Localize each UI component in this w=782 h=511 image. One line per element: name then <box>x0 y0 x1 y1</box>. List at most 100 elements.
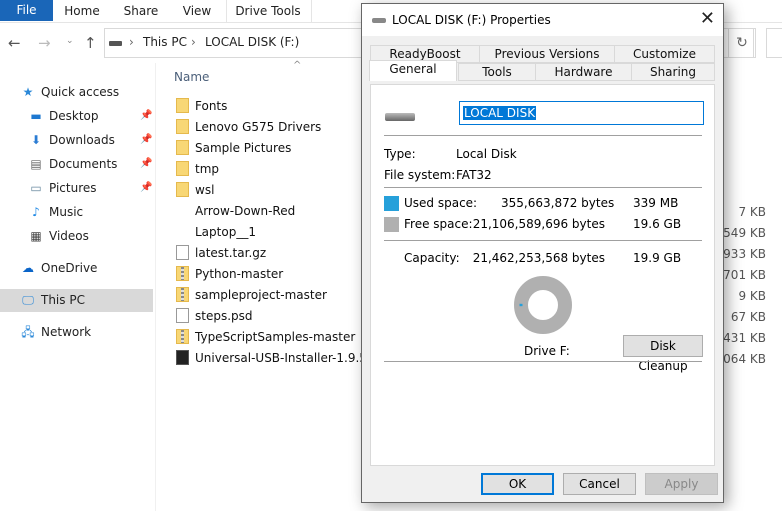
drive-icon <box>109 41 122 46</box>
image-icon <box>176 224 189 239</box>
breadcrumb-chevron-icon: › <box>191 35 196 49</box>
back-arrow-icon[interactable]: ← <box>8 34 21 52</box>
file-row[interactable]: Fonts <box>176 96 227 117</box>
network-icon: 🖧 <box>21 325 35 339</box>
dialog-title: LOCAL DISK (F:) Properties <box>392 13 551 27</box>
ribbon-tab-share[interactable]: Share <box>118 0 164 23</box>
file-row[interactable]: latest.tar.gz <box>176 243 266 264</box>
drive-icon <box>385 113 415 121</box>
used-space-swatch <box>384 196 399 211</box>
tab-general[interactable]: General <box>369 60 457 81</box>
up-arrow-icon[interactable]: ↑ <box>84 34 97 52</box>
sidebar-item-label: This PC <box>41 293 85 307</box>
general-panel: LOCAL DISK Type: Local Disk File system:… <box>370 84 715 466</box>
ribbon-tab-view[interactable]: View <box>176 0 218 23</box>
forward-arrow-icon[interactable]: → <box>38 34 51 52</box>
used-space-size: 339 MB <box>633 196 679 210</box>
ribbon-tab-home[interactable]: Home <box>58 0 106 23</box>
sidebar-item-label: Music <box>49 205 84 219</box>
document-icon: ▤ <box>30 157 42 171</box>
file-name: tmp <box>195 162 220 176</box>
apply-button[interactable]: Apply <box>645 473 718 495</box>
file-row[interactable]: sampleproject-master <box>176 285 327 306</box>
file-row[interactable]: Python-master <box>176 264 283 285</box>
used-space-bytes: 355,663,872 bytes <box>501 196 615 210</box>
file-row[interactable]: Lenovo G575 Drivers <box>176 117 321 138</box>
sidebar-item-label: Documents <box>49 157 118 171</box>
sidebar-item-desktop[interactable]: ▬ Desktop <box>28 105 98 128</box>
cancel-button[interactable]: Cancel <box>563 473 636 495</box>
folder-icon <box>176 182 189 197</box>
free-space-swatch <box>384 217 399 232</box>
folder-icon <box>176 161 189 176</box>
pin-icon[interactable]: 📌 <box>140 182 152 193</box>
sidebar-item-music[interactable]: ♪ Music <box>28 201 83 224</box>
pane-divider[interactable] <box>155 63 156 511</box>
usage-donut-chart <box>514 276 572 334</box>
column-header-name[interactable]: Name <box>174 70 209 84</box>
file-row[interactable]: steps.psd <box>176 306 253 327</box>
pin-icon[interactable]: 📌 <box>140 134 152 145</box>
file-row[interactable]: Universal-USB-Installer-1.9.5.9 <box>176 348 378 369</box>
divider <box>384 361 702 362</box>
divider <box>384 240 702 241</box>
file-row[interactable]: Sample Pictures <box>176 138 291 159</box>
free-space-size: 19.6 GB <box>633 217 682 231</box>
sidebar-item-quick-access[interactable]: ★ Quick access <box>20 81 120 104</box>
music-note-icon: ♪ <box>32 205 40 219</box>
recent-chevron-icon[interactable]: ⌄ <box>66 36 74 46</box>
search-box[interactable] <box>766 28 782 58</box>
free-space-label: Free space: <box>404 217 473 231</box>
close-icon[interactable]: ✕ <box>700 8 715 29</box>
pin-icon[interactable]: 📌 <box>140 110 152 121</box>
file-row[interactable]: Arrow-Down-Red <box>176 201 295 222</box>
sidebar-item-downloads[interactable]: ⬇ Downloads <box>28 129 115 152</box>
pin-icon[interactable]: 📌 <box>140 158 152 169</box>
sidebar-item-network[interactable]: 🖧 Network <box>20 321 91 344</box>
film-icon: ▦ <box>30 229 42 243</box>
ok-button[interactable]: OK <box>481 473 554 495</box>
image-icon <box>176 203 189 218</box>
volume-name-input[interactable]: LOCAL DISK <box>459 101 704 125</box>
file-row[interactable]: Laptop__1 <box>176 222 256 243</box>
tab-customize[interactable]: Customize <box>614 45 715 63</box>
sidebar-item-pictures[interactable]: ▭ Pictures <box>28 177 96 200</box>
refresh-icon[interactable]: ↻ <box>728 28 756 58</box>
breadcrumb-chevron-icon: › <box>129 35 134 49</box>
doc-icon <box>176 308 189 323</box>
exe-icon <box>176 350 189 365</box>
capacity-label: Capacity: <box>404 251 460 265</box>
tab-hardware[interactable]: Hardware <box>535 63 632 81</box>
file-row[interactable]: wsl <box>176 180 214 201</box>
sidebar-item-documents[interactable]: ▤ Documents <box>28 153 117 176</box>
file-name: Arrow-Down-Red <box>195 204 296 218</box>
breadcrumb-this-pc[interactable]: This PC <box>143 35 187 49</box>
file-name: Laptop__1 <box>195 225 256 239</box>
file-name: TypeScriptSamples-master <box>195 330 356 344</box>
sidebar-item-label: Quick access <box>41 85 120 99</box>
divider <box>384 187 702 188</box>
file-row[interactable]: TypeScriptSamples-master <box>176 327 355 348</box>
capacity-bytes: 21,462,253,568 bytes <box>472 251 605 265</box>
file-name: Sample Pictures <box>195 141 292 155</box>
doc-icon <box>176 245 189 260</box>
file-system-value: FAT32 <box>456 168 492 182</box>
zip-icon <box>176 287 189 302</box>
sidebar-item-videos[interactable]: ▦ Videos <box>28 225 89 248</box>
ribbon-tab-drive-tools[interactable]: Drive Tools <box>232 0 304 23</box>
ribbon-tab-file[interactable]: File <box>0 0 53 21</box>
tab-tools[interactable]: Tools <box>458 63 536 81</box>
star-icon: ★ <box>22 85 34 99</box>
folder-icon <box>176 140 189 155</box>
capacity-size: 19.9 GB <box>633 251 682 265</box>
pictures-icon: ▭ <box>30 181 42 195</box>
disk-cleanup-button[interactable]: Disk Cleanup <box>623 335 703 373</box>
file-row[interactable]: tmp <box>176 159 219 180</box>
tab-previous-versions[interactable]: Previous Versions <box>479 45 615 63</box>
sidebar-item-this-pc[interactable]: 🖵 This PC <box>20 289 85 312</box>
dialog-titlebar[interactable]: LOCAL DISK (F:) Properties ✕ <box>362 4 723 36</box>
breadcrumb-local-disk[interactable]: LOCAL DISK (F:) <box>205 35 299 49</box>
sidebar-item-onedrive[interactable]: ☁ OneDrive <box>20 257 97 280</box>
ribbon-separator <box>311 0 312 23</box>
tab-sharing[interactable]: Sharing <box>631 63 715 81</box>
